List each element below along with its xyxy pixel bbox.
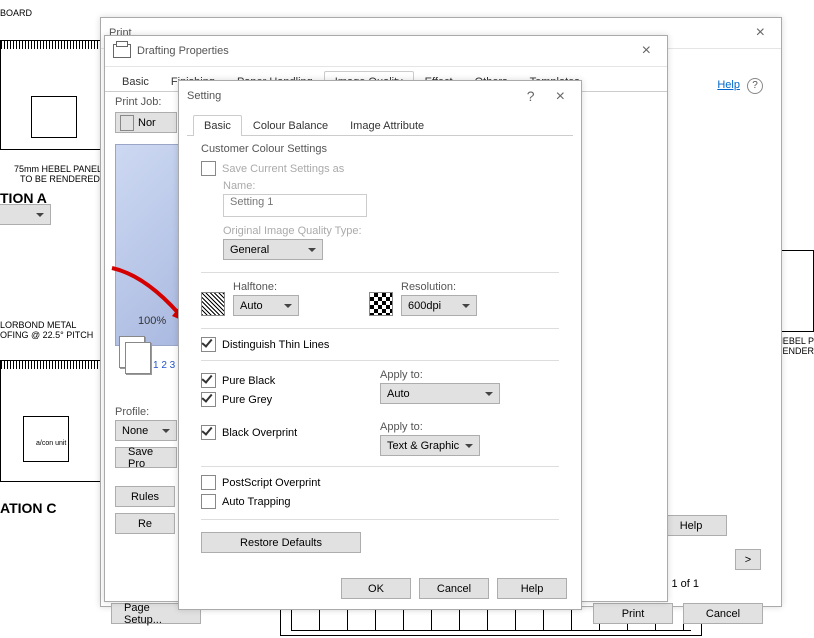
- setting-tab-basic[interactable]: Basic: [193, 115, 242, 136]
- elevation-c-label: ATION C: [0, 500, 57, 516]
- pure-grey-label: Pure Grey: [222, 394, 272, 406]
- document-icon: [120, 115, 134, 131]
- note-hebel-1: 75mm HEBEL PANEL: [14, 164, 102, 174]
- resolution-dropdown[interactable]: 600dpi: [401, 295, 477, 316]
- print-job-label: Print Job:: [115, 96, 187, 108]
- restore-defaults-button[interactable]: Restore Defaults: [201, 532, 361, 553]
- note-hebel-2: TO BE RENDERED: [20, 174, 100, 184]
- right-elev-box-1: [778, 250, 814, 332]
- setting-help-button[interactable]: ?: [517, 84, 545, 108]
- save-current-label: Save Current Settings as: [222, 163, 344, 175]
- page-numbers: 1 2 3: [153, 360, 175, 371]
- elevation-c-box: [0, 360, 110, 482]
- distinguish-thin-lines-label: Distinguish Thin Lines: [222, 339, 329, 351]
- postscript-overprint-checkbox[interactable]: [201, 475, 216, 490]
- apply-to-1-dropdown[interactable]: Auto: [380, 383, 500, 404]
- auto-trapping-checkbox[interactable]: [201, 494, 216, 509]
- halftone-dropdown[interactable]: Auto: [233, 295, 299, 316]
- pure-black-label: Pure Black: [222, 375, 275, 387]
- mini-page-2: [125, 342, 151, 374]
- note-roof-1: LORBOND METAL: [0, 320, 76, 330]
- distinguish-thin-lines-checkbox[interactable]: [201, 337, 216, 352]
- setting-cancel-button[interactable]: Cancel: [419, 578, 489, 599]
- pure-grey-checkbox[interactable]: [201, 392, 216, 407]
- print-close-button[interactable]: ×: [748, 21, 773, 45]
- black-overprint-label: Black Overprint: [222, 427, 297, 439]
- setting-title: Setting: [187, 90, 221, 102]
- zoom-level: 100%: [138, 315, 166, 327]
- setting-close-button[interactable]: ×: [548, 84, 573, 109]
- oiqt-label: Original Image Quality Type:: [223, 225, 559, 237]
- apply-to-1-label: Apply to:: [380, 369, 559, 381]
- setting-help-button2[interactable]: Help: [497, 578, 567, 599]
- setting-ok-button[interactable]: OK: [341, 578, 411, 599]
- help-link[interactable]: Help: [717, 79, 740, 91]
- tab-basic[interactable]: Basic: [111, 71, 160, 92]
- print-job-value: Nor: [138, 117, 156, 129]
- apply-to-2-label: Apply to:: [380, 421, 559, 433]
- print-next-page-button[interactable]: >: [735, 549, 761, 570]
- black-overprint-checkbox[interactable]: [201, 425, 216, 440]
- save-profile-button[interactable]: Save Pro: [115, 447, 177, 468]
- re-button[interactable]: Re: [115, 513, 175, 534]
- drafting-close-button[interactable]: ×: [634, 39, 659, 63]
- name-label: Name:: [223, 180, 559, 192]
- print-cancel-button[interactable]: Cancel: [683, 603, 763, 624]
- note-board: BOARD: [0, 8, 32, 18]
- profile-dropdown[interactable]: None: [115, 420, 177, 441]
- note-ac: a/con unit: [36, 440, 66, 447]
- setting-titlebar: Setting ? ×: [179, 81, 581, 111]
- resolution-icon: [369, 292, 393, 316]
- print-unknown-dropdown[interactable]: [0, 204, 51, 225]
- setting-dialog: Setting ? × Basic Colour Balance Image A…: [178, 80, 582, 610]
- postscript-overprint-label: PostScript Overprint: [222, 477, 320, 489]
- note-roof-2: OFING @ 22.5° PITCH: [0, 330, 93, 340]
- rules-button[interactable]: Rules: [115, 486, 175, 507]
- setting-tab-image-attr[interactable]: Image Attribute: [339, 115, 435, 136]
- setting-tab-colour[interactable]: Colour Balance: [242, 115, 339, 136]
- auto-trapping-label: Auto Trapping: [222, 496, 291, 508]
- oiqt-dropdown[interactable]: General: [223, 239, 323, 260]
- resolution-label: Resolution:: [401, 281, 477, 293]
- elevation-a-box: [0, 40, 110, 150]
- pure-black-checkbox[interactable]: [201, 373, 216, 388]
- name-input[interactable]: Setting 1: [223, 194, 367, 217]
- drafting-title: Drafting Properties: [137, 45, 229, 57]
- ccs-heading: Customer Colour Settings: [201, 143, 559, 155]
- halftone-icon: [201, 292, 225, 316]
- halftone-label: Halftone:: [233, 281, 299, 293]
- help-icon[interactable]: ?: [747, 78, 763, 94]
- print-job-button[interactable]: Nor: [115, 112, 177, 133]
- printer-icon: [113, 44, 131, 58]
- save-current-checkbox[interactable]: [201, 161, 216, 176]
- setting-tabs: Basic Colour Balance Image Attribute: [187, 111, 573, 136]
- profile-label: Profile:: [115, 406, 187, 418]
- help-link-wrap: Help ?: [717, 78, 763, 94]
- print-button[interactable]: Print: [593, 603, 673, 624]
- apply-to-2-dropdown[interactable]: Text & Graphic: [380, 435, 480, 456]
- drafting-titlebar: Drafting Properties ×: [105, 36, 667, 67]
